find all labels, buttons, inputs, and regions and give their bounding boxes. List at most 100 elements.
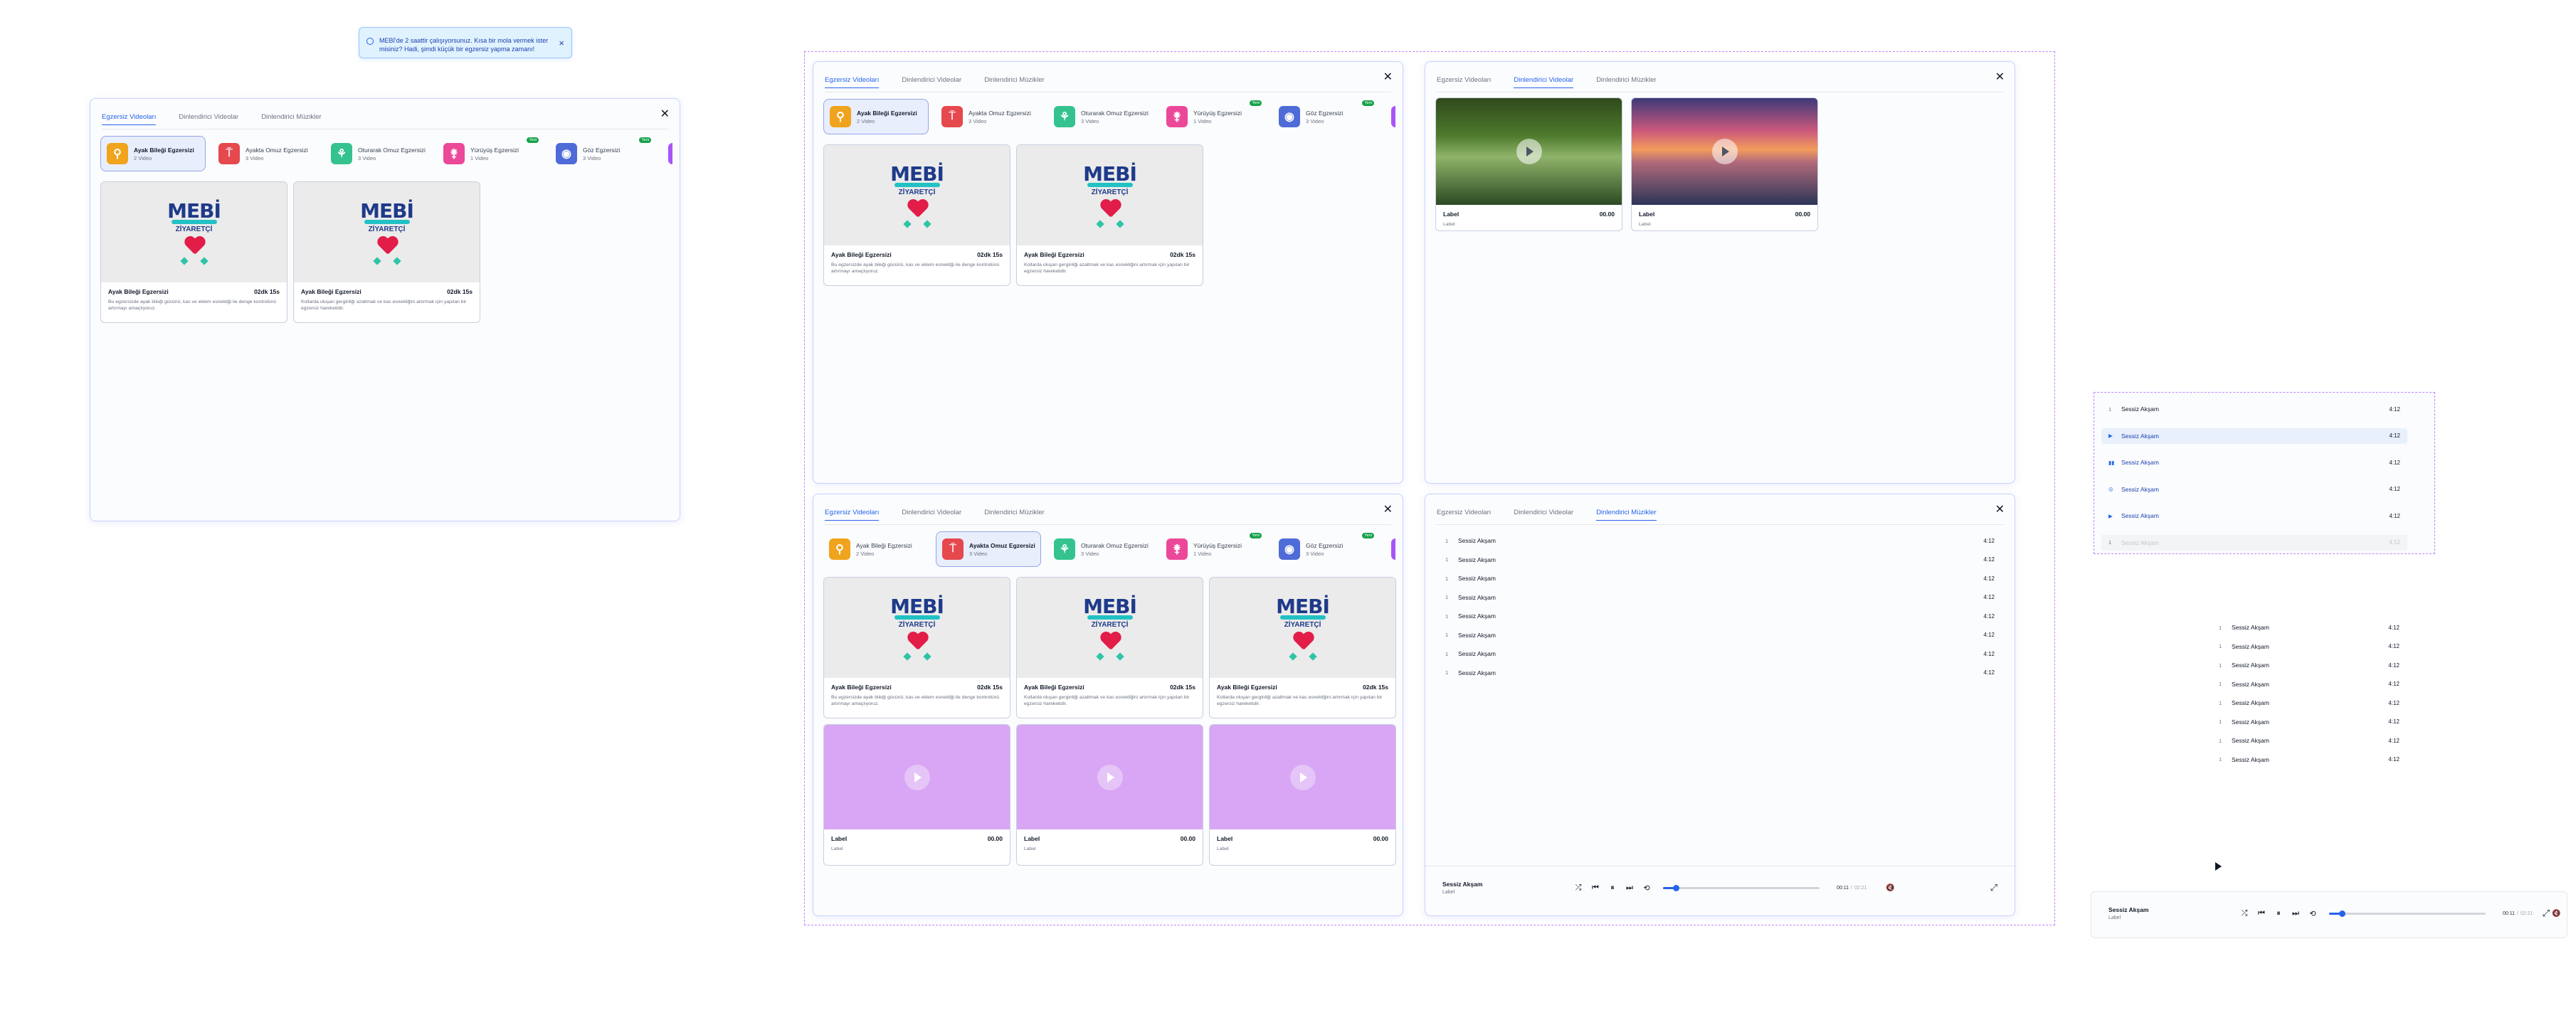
close-icon[interactable]: ✕: [1995, 504, 2005, 516]
category-count: 3 Video: [969, 550, 988, 557]
music-row[interactable]: 1 Sessiz Akşam 4:12: [2219, 662, 2400, 669]
video-card[interactable]: Label 00.00 Label: [1209, 724, 1396, 866]
video-card[interactable]: Label 00.00 Label: [1435, 97, 1622, 231]
exercise-video-card[interactable]: MEBİ ZİYARETÇİ Ayak Bileği Egzersizi 02dk 1…: [823, 577, 1010, 718]
play-icon[interactable]: [1711, 139, 1738, 164]
tab-relaxing-videos[interactable]: Dinlendirici Videolar: [179, 113, 238, 125]
tab-relaxing-music[interactable]: Dinlendirici Müzikler: [261, 113, 321, 125]
tab-exercise-videos[interactable]: Egzersiz Videoları: [825, 509, 880, 521]
close-icon[interactable]: ✕: [1995, 72, 2005, 83]
category-item[interactable]: ⚲ Ayak Bileği Egzersizi 2 Video: [823, 531, 929, 567]
music-row[interactable]: 1 Sessiz Akşam 4:12: [2219, 756, 2400, 763]
next-icon[interactable]: ⏭: [1625, 883, 1635, 893]
pause-icon[interactable]: ⏸: [1608, 883, 1617, 893]
category-item[interactable]: ⍑ Ayakta Omuz Egzersizi 3 Video: [936, 99, 1041, 134]
category-item[interactable]: ⚵ Yürüyüş Egzersizi 1 Video Yeni: [1161, 531, 1266, 567]
tab-relaxing-videos[interactable]: Dinlendirici Videolar: [902, 76, 961, 88]
music-row[interactable]: 1 Sessiz Akşam 4:12: [1445, 612, 1995, 620]
tab-relaxing-music[interactable]: Dinlendirici Müzikler: [1596, 76, 1656, 88]
tab-relaxing-videos[interactable]: Dinlendirici Videolar: [902, 509, 961, 521]
category-item[interactable]: ◉ Göz Egzersizi 3 Video Yeni: [1273, 99, 1378, 134]
tab-exercise-videos[interactable]: Egzersiz Videoları: [1437, 509, 1491, 521]
play-icon[interactable]: [904, 764, 930, 790]
music-row[interactable]: 1 Sessiz Akşam 4:12: [2219, 624, 2400, 631]
previous-icon[interactable]: ⏮: [1590, 883, 1600, 893]
music-row[interactable]: 1 Sessiz Akşam 4:12: [2219, 643, 2400, 650]
exercise-video-card[interactable]: MEBİ ZİYARETÇİ Ayak Bileği Egzersizi 02dk 1…: [293, 181, 480, 323]
tab-exercise-videos[interactable]: Egzersiz Videoları: [1437, 76, 1491, 88]
category-item[interactable]: TT: [1385, 99, 1395, 134]
tab-relaxing-videos[interactable]: Dinlendirici Videolar: [1514, 76, 1574, 88]
music-row[interactable]: 1 Sessiz Akşam 4:12: [2101, 401, 2407, 417]
tab-relaxing-music[interactable]: Dinlendirici Müzikler: [984, 76, 1044, 88]
music-row[interactable]: 1 Sessiz Akşam 4:12: [2101, 534, 2407, 551]
music-row[interactable]: 1 Sessiz Akşam 4:12: [1445, 575, 1995, 582]
mute-icon[interactable]: 🔇: [1885, 884, 1895, 892]
next-icon[interactable]: ⏭: [2291, 909, 2301, 918]
repeat-icon[interactable]: ⟲: [1642, 883, 1652, 893]
music-row[interactable]: ▶ Sessiz Akşam 4:12: [2101, 508, 2407, 524]
exercise-video-card[interactable]: MEBİ ZİYARETÇİ Ayak Bileği Egzersizi 02dk 1…: [823, 144, 1010, 286]
video-card[interactable]: Label 00.00 Label: [823, 724, 1010, 866]
tab-relaxing-videos[interactable]: Dinlendirici Videolar: [1514, 509, 1573, 521]
music-row[interactable]: 1 Sessiz Akşam 4:12: [1445, 594, 1995, 601]
tab-relaxing-music[interactable]: Dinlendirici Müzikler: [984, 509, 1044, 521]
close-icon[interactable]: ×: [559, 38, 564, 48]
category-item[interactable]: ⚘ Oturarak Omuz Egzersizi 3 Video: [1048, 99, 1154, 134]
mute-icon[interactable]: 🔇: [2551, 910, 2561, 918]
play-icon[interactable]: [1516, 139, 1542, 164]
category-count: 3 Video: [1081, 117, 1099, 124]
play-icon[interactable]: [1097, 764, 1123, 790]
close-icon[interactable]: ✕: [1383, 504, 1393, 516]
category-item[interactable]: TT: [663, 136, 672, 171]
music-row[interactable]: ◎ Sessiz Akşam 4:12: [2101, 482, 2407, 497]
tab-exercise-videos[interactable]: Egzersiz Videoları: [825, 76, 880, 88]
shuffle-icon[interactable]: ⤮: [1573, 883, 1583, 893]
fullscreen-icon[interactable]: ⤢: [1990, 882, 1997, 893]
play-icon[interactable]: [1289, 764, 1316, 790]
tab-relaxing-music[interactable]: Dinlendirici Müzikler: [1596, 509, 1657, 521]
music-row[interactable]: 1 Sessiz Akşam 4:12: [1445, 650, 1995, 657]
exercise-video-card[interactable]: MEBİ ZİYARETÇİ Ayak Bileği Egzersizi 02dk 1…: [1016, 577, 1203, 718]
music-row[interactable]: 1 Sessiz Akşam 4:12: [1445, 537, 1995, 544]
category-item[interactable]: ⚵ Yürüyüş Egzersizi 1 Video Yeni: [438, 136, 543, 171]
category-item[interactable]: TT: [1385, 531, 1395, 567]
eye-icon: ◉: [1279, 106, 1300, 127]
music-row[interactable]: 1 Sessiz Akşam 4:12: [2219, 699, 2400, 706]
music-row[interactable]: 1 Sessiz Akşam 4:12: [1445, 669, 1995, 676]
category-item[interactable]: ◉ Göz Egzersizi 3 Video Yeni: [550, 136, 655, 171]
video-card[interactable]: Label 00.00 Label: [1631, 97, 1818, 231]
category-item[interactable]: ⚘ Oturarak Omuz Egzersizi 3 Video: [325, 136, 431, 171]
current-time: 00:11: [1837, 886, 1849, 891]
progress-bar[interactable]: [1663, 885, 1820, 891]
category-item[interactable]: ⚲ Ayak Bileği Egzersizi 2 Video: [100, 136, 206, 171]
category-item[interactable]: ⍑ Ayakta Omuz Egzersizi 3 Video: [936, 531, 1041, 567]
previous-icon[interactable]: ⏮: [2256, 909, 2266, 918]
close-icon[interactable]: ✕: [1383, 72, 1393, 83]
music-row[interactable]: 1 Sessiz Akşam 4:12: [1445, 556, 1995, 563]
music-row[interactable]: 1 Sessiz Akşam 4:12: [1445, 632, 1995, 639]
category-item[interactable]: ⚘ Oturarak Omuz Egzersizi 3 Video: [1048, 531, 1154, 567]
pause-icon[interactable]: ⏸: [2274, 909, 2284, 918]
music-row[interactable]: 1 Sessiz Akşam 4:12: [2219, 681, 2400, 688]
walking-icon: ⚵: [1166, 538, 1188, 560]
category-item[interactable]: ⚲ Ayak Bileği Egzersizi 2 Video: [823, 99, 929, 134]
category-item[interactable]: ◉ Göz Egzersizi 3 Video Yeni: [1273, 531, 1378, 567]
music-row[interactable]: 1 Sessiz Akşam 4:12: [2219, 718, 2400, 726]
tab-exercise-videos[interactable]: Egzersiz Videoları: [102, 113, 157, 125]
category-item[interactable]: ⚵ Yürüyüş Egzersizi 1 Video Yeni: [1161, 99, 1266, 134]
exercise-video-card[interactable]: MEBİ ZİYARETÇİ Ayak Bileği Egzersizi 02dk 1…: [1209, 577, 1396, 718]
exercise-video-card[interactable]: MEBİ ZİYARETÇİ Ayak Bileği Egzersizi 02dk 1…: [100, 181, 287, 323]
music-row[interactable]: ▮▮ Sessiz Akşam 4:12: [2101, 455, 2407, 470]
exercise-video-card[interactable]: MEBİ ZİYARETÇİ Ayak Bileği Egzersizi 02dk 1…: [1016, 144, 1203, 286]
shuffle-icon[interactable]: ⤮: [2239, 909, 2249, 918]
repeat-icon[interactable]: ⟲: [2308, 909, 2318, 918]
fullscreen-icon[interactable]: ⤢: [2543, 908, 2550, 919]
play-icon[interactable]: [2214, 862, 2222, 871]
category-item[interactable]: ⍑ Ayakta Omuz Egzersizi 3 Video: [213, 136, 318, 171]
close-icon[interactable]: ✕: [660, 109, 670, 120]
music-row[interactable]: ▶ Sessiz Akşam 4:12: [2101, 428, 2407, 444]
music-row[interactable]: 1 Sessiz Akşam 4:12: [2219, 737, 2400, 744]
video-card[interactable]: Label 00.00 Label: [1016, 724, 1203, 866]
progress-bar[interactable]: [2329, 910, 2486, 917]
